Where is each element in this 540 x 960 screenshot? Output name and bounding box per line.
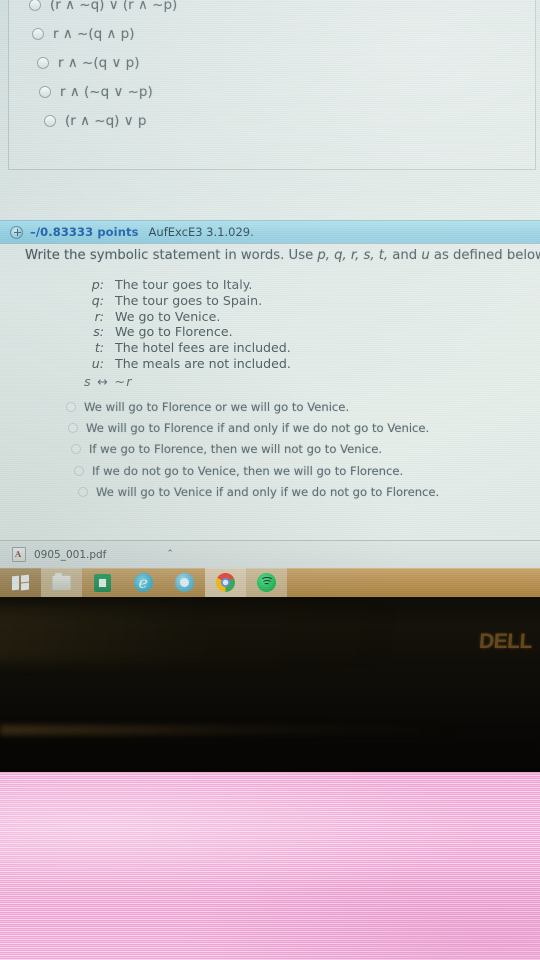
question-header-bar[interactable]: –/0.83333 points AufExcE3 3.1.029.	[0, 220, 540, 244]
pdf-file-icon	[12, 547, 26, 562]
previous-option-label: r ∧ ~(q ∧ p)	[53, 25, 135, 42]
prompt-conjunction: and	[388, 248, 422, 263]
excel-icon: X	[94, 573, 111, 592]
symbolic-statement: s ↔ ~r	[84, 375, 133, 390]
chevron-up-icon[interactable]: ⌃	[166, 550, 174, 559]
start-button[interactable]	[0, 568, 41, 597]
answer-option-label: We will go to Venice if and only if we d…	[96, 485, 440, 500]
previous-question-options: (r ∧ ~q) ∨ (r ∧ ~p) r ∧ ~(q ∧ p) r ∧ ~(q…	[29, 0, 509, 135]
chrome-icon	[216, 573, 235, 592]
radio-button[interactable]	[71, 444, 81, 455]
radio-button[interactable]	[39, 85, 51, 98]
taskbar-edge[interactable]	[123, 568, 164, 597]
definition-row: s: We go to Florence.	[82, 324, 412, 340]
radio-button[interactable]	[68, 423, 78, 434]
taskbar-spotify[interactable]	[246, 568, 287, 597]
answer-option-row[interactable]: We will go to Florence or we will go to …	[66, 396, 516, 417]
question-prompt: Write the symbolic statement in words. U…	[25, 248, 540, 263]
radio-button[interactable]	[32, 27, 44, 40]
plus-circle-icon[interactable]	[10, 225, 23, 239]
taskbar-file-explorer[interactable]	[41, 568, 82, 597]
answer-options-list: We will go to Florence or we will go to …	[66, 396, 516, 503]
definition-row: p: The tour goes to Italy.	[82, 277, 412, 293]
radio-button[interactable]	[74, 465, 84, 476]
answer-option-row[interactable]: If we go to Florence, then we will not g…	[71, 439, 516, 460]
definition-row: t: The hotel fees are included.	[82, 340, 412, 356]
definition-text: We go to Florence.	[115, 324, 233, 340]
previous-option-row[interactable]: r ∧ ~(q ∧ p)	[32, 19, 509, 48]
variable-definitions-list: p: The tour goes to Italy. q: The tour g…	[82, 277, 412, 372]
definition-key: q:	[91, 292, 104, 308]
windows-taskbar: X	[0, 568, 540, 597]
prompt-text-after: as defined below.	[429, 248, 540, 263]
definition-row: u: The meals are not included.	[82, 356, 412, 372]
definition-key: t:	[94, 340, 104, 356]
file-explorer-icon	[52, 573, 71, 590]
answer-option-row[interactable]: We will go to Venice if and only if we d…	[78, 482, 516, 503]
taskbar-excel[interactable]: X	[82, 568, 123, 597]
download-file-name[interactable]: 0905_001.pdf	[34, 549, 106, 561]
previous-option-label: r ∧ (~q ∨ ~p)	[60, 83, 153, 100]
definition-row: q: The tour goes to Spain.	[82, 293, 412, 309]
definition-text: The hotel fees are included.	[115, 340, 291, 356]
previous-option-row[interactable]: (r ∧ ~q) ∨ (r ∧ ~p)	[29, 0, 509, 19]
definition-text: We go to Venice.	[115, 308, 221, 324]
prompt-variables: p, q, r, s, t,	[317, 248, 389, 263]
answer-option-row[interactable]: If we do not go to Venice, then we will …	[74, 460, 516, 481]
answer-option-label: If we do not go to Venice, then we will …	[92, 463, 404, 478]
monitor-photograph: (r ∧ ~q) ∨ (r ∧ ~p) r ∧ ~(q ∧ p) r ∧ ~(q…	[0, 0, 540, 960]
previous-option-row[interactable]: r ∧ (~q ∨ ~p)	[39, 77, 509, 106]
points-label: –/0.83333 points	[30, 225, 139, 239]
radio-button[interactable]	[29, 0, 41, 11]
previous-option-row[interactable]: r ∧ ~(q ∨ p)	[37, 48, 509, 77]
definition-text: The meals are not included.	[115, 355, 291, 371]
definition-key: s:	[93, 324, 104, 340]
computer-screen: (r ∧ ~q) ∨ (r ∧ ~p) r ∧ ~(q ∧ p) r ∧ ~(q…	[0, 0, 540, 597]
spotify-icon	[257, 573, 276, 592]
definition-row: r: We go to Venice.	[82, 309, 412, 325]
monitor-bezel: DELL	[0, 597, 540, 772]
previous-option-label: (r ∧ ~q) ∨ (r ∧ ~p)	[50, 0, 178, 13]
previous-option-row[interactable]: (r ∧ ~q) ∨ p	[44, 106, 509, 135]
browser-download-bar: 0905_001.pdf ⌃	[0, 540, 540, 568]
radio-button[interactable]	[78, 487, 88, 498]
radio-button[interactable]	[66, 401, 76, 412]
taskbar-browser[interactable]	[164, 568, 205, 597]
dell-brand-logo: DELL	[478, 630, 533, 653]
definition-key: p:	[91, 277, 104, 292]
answer-option-row[interactable]: We will go to Florence if and only if we…	[68, 417, 516, 438]
radio-button[interactable]	[44, 114, 56, 127]
prompt-text-before: Write the symbolic statement in words. U…	[25, 248, 318, 263]
definition-key: r:	[94, 308, 104, 324]
windows-start-icon	[12, 574, 29, 591]
browser-icon	[175, 573, 194, 592]
previous-option-label: (r ∧ ~q) ∨ p	[65, 112, 147, 129]
radio-button[interactable]	[37, 56, 49, 69]
definition-text: The tour goes to Italy.	[115, 277, 253, 292]
prompt-variable-u: u	[421, 248, 430, 263]
definition-key: u:	[91, 355, 104, 371]
answer-option-label: If we go to Florence, then we will not g…	[89, 442, 383, 457]
question-id-label: AufExcE3 3.1.029.	[148, 225, 254, 239]
taskbar-chrome[interactable]	[205, 568, 246, 597]
edge-icon	[134, 573, 153, 592]
previous-option-label: r ∧ ~(q ∨ p)	[58, 54, 140, 71]
answer-option-label: We will go to Florence or we will go to …	[84, 399, 350, 414]
desk-surface	[0, 772, 540, 960]
definition-text: The tour goes to Spain.	[115, 292, 263, 308]
answer-option-label: We will go to Florence if and only if we…	[86, 421, 430, 436]
previous-question-block: (r ∧ ~q) ∨ (r ∧ ~p) r ∧ ~(q ∧ p) r ∧ ~(q…	[8, 0, 536, 170]
